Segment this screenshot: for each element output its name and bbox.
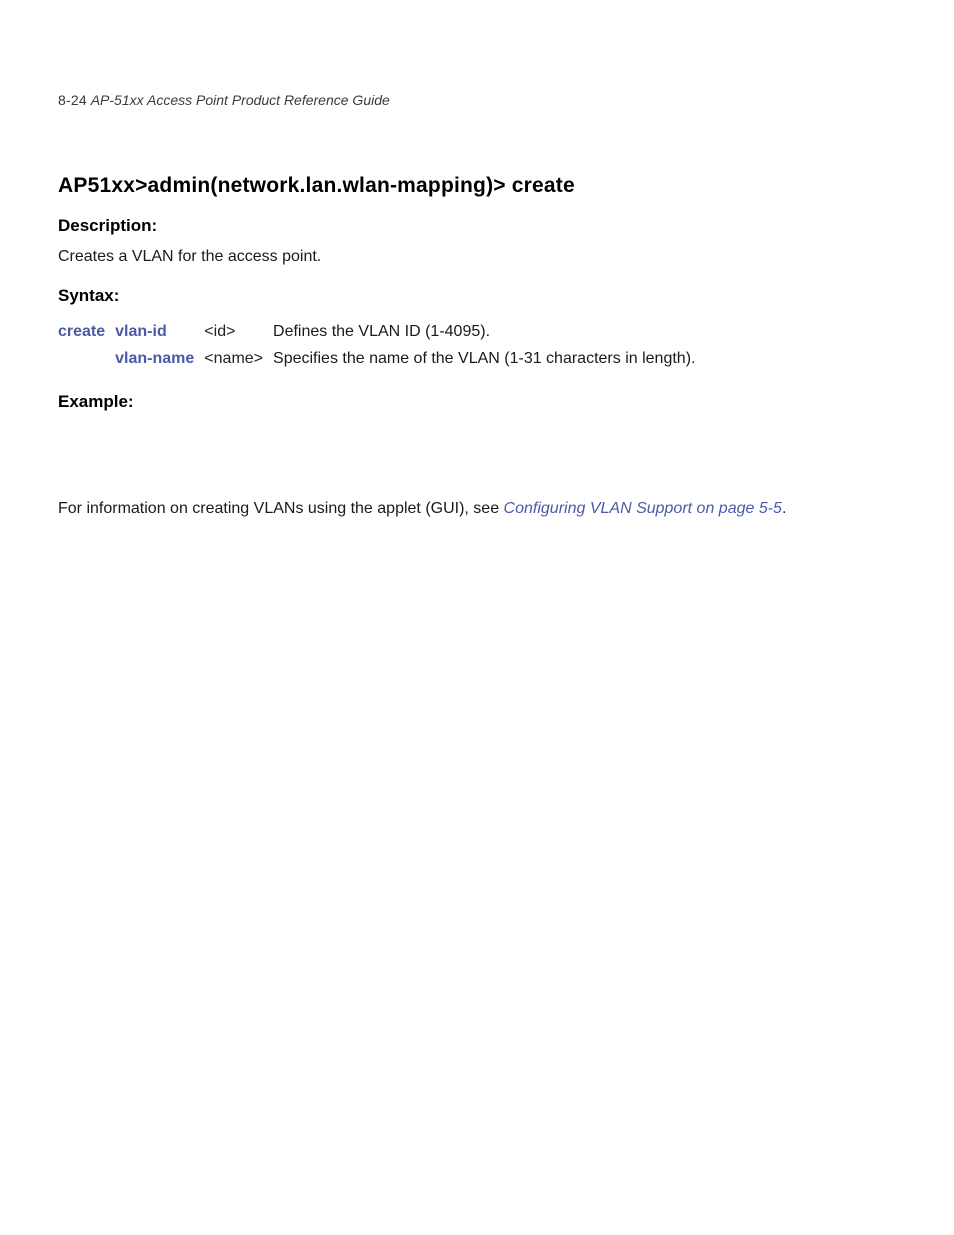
page: 8-24 AP-51xx Access Point Product Refere… (0, 0, 954, 1235)
syntax-desc: Defines the VLAN ID (1-4095). (273, 323, 490, 340)
syntax-heading: Syntax: (58, 286, 896, 306)
running-header: 8-24 AP-51xx Access Point Product Refere… (58, 92, 896, 108)
syntax-arg: <name> (204, 350, 263, 367)
description-text: Creates a VLAN for the access point. (58, 246, 896, 268)
syntax-param: vlan-id (115, 323, 167, 340)
syntax-row: create vlan-id <id> Defines the VLAN ID … (58, 320, 896, 347)
syntax-table: create vlan-id <id> Defines the VLAN ID … (58, 320, 896, 374)
example-heading: Example: (58, 392, 896, 412)
cross-reference-link[interactable]: Configuring VLAN Support on page 5-5 (504, 500, 782, 517)
syntax-arg: <id> (204, 323, 235, 340)
syntax-command: create (58, 323, 105, 340)
info-paragraph: For information on creating VLANs using … (58, 498, 896, 520)
guide-title: AP-51xx Access Point Product Reference G… (91, 92, 390, 108)
syntax-desc: Specifies the name of the VLAN (1-31 cha… (273, 350, 695, 367)
info-suffix: . (782, 500, 786, 517)
description-heading: Description: (58, 216, 896, 236)
syntax-param: vlan-name (115, 350, 194, 367)
syntax-row: vlan-name <name> Specifies the name of t… (58, 347, 896, 374)
section-title: AP51xx>admin(network.lan.wlan-mapping)> … (58, 174, 896, 198)
page-number: 8-24 (58, 92, 87, 108)
info-prefix: For information on creating VLANs using … (58, 500, 504, 517)
